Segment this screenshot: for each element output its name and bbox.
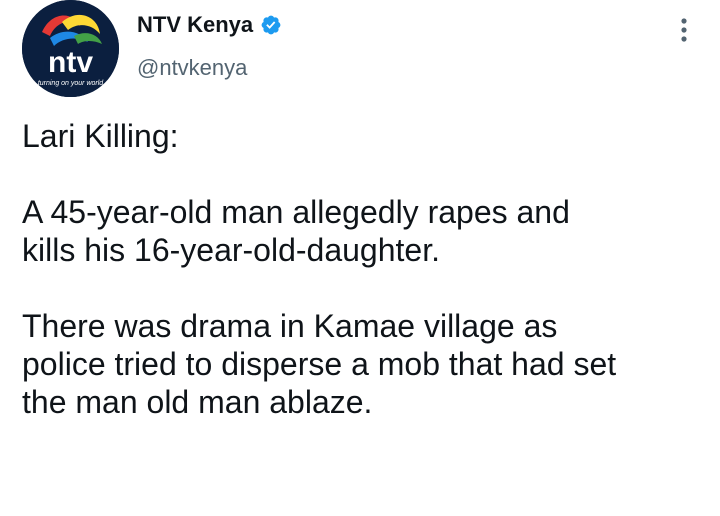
user-handle[interactable]: @ntvkenya (137, 55, 247, 81)
ntv-logo-icon: ntv turning on your world (22, 0, 119, 97)
name-row: NTV Kenya (137, 11, 282, 39)
tweet-card: ntv turning on your world NTV Kenya @ntv… (0, 0, 720, 516)
tweet-text: Lari Killing: A 45-year-old man allegedl… (22, 117, 712, 421)
verified-badge-icon (260, 14, 282, 36)
more-vertical-icon[interactable] (676, 16, 692, 44)
avatar-logo-text: ntv (48, 46, 93, 79)
avatar-tagline: turning on your world (38, 80, 104, 87)
avatar[interactable]: ntv turning on your world (22, 0, 119, 97)
tweet-paragraph-headline: Lari Killing: (22, 118, 179, 154)
tweet-paragraph-summary: A 45-year-old man allegedly rapes and ki… (22, 194, 570, 268)
tweet-paragraph-details: There was drama in Kamae village as poli… (22, 308, 617, 420)
display-name[interactable]: NTV Kenya (137, 12, 253, 38)
